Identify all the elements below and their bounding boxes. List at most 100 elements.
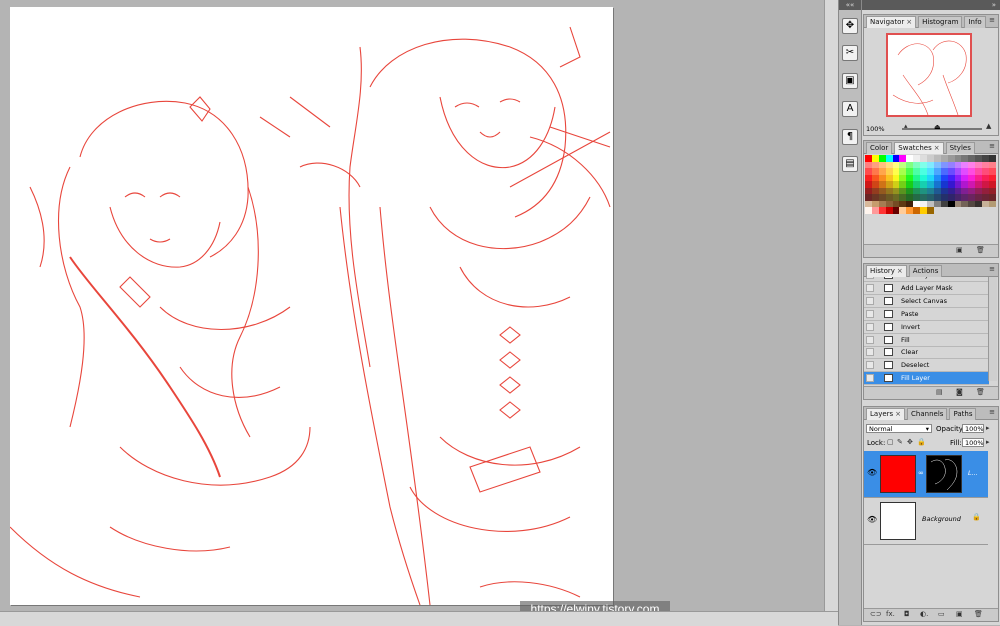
- swatch-grid[interactable]: [865, 155, 997, 214]
- lock-image-icon[interactable]: ✎: [897, 438, 903, 446]
- dock-collapse-button[interactable]: ««: [839, 0, 861, 10]
- color-swatch[interactable]: [906, 207, 914, 214]
- horizontal-scrollbar[interactable]: [0, 611, 838, 626]
- lock-position-icon[interactable]: ✥: [907, 438, 913, 446]
- color-swatch[interactable]: [989, 200, 996, 207]
- history-state[interactable]: Clear: [864, 346, 989, 360]
- close-icon[interactable]: ×: [906, 18, 912, 26]
- color-swatch[interactable]: [961, 200, 969, 207]
- close-icon[interactable]: ×: [934, 144, 940, 152]
- history-list[interactable]: New Layer Add Layer Mask Select Canvas Past…: [864, 277, 990, 387]
- color-swatch[interactable]: [940, 200, 948, 207]
- color-swatch[interactable]: [982, 200, 990, 207]
- lock-all-icon[interactable]: 🔒: [917, 438, 926, 446]
- delete-swatch-icon[interactable]: 🗑: [976, 246, 985, 254]
- link-icon[interactable]: ∞: [918, 469, 924, 477]
- panel-menu-icon[interactable]: ≡: [989, 16, 995, 24]
- tab-swatches[interactable]: Swatches ×: [894, 142, 944, 154]
- history-brush-source-checkbox[interactable]: [866, 283, 874, 292]
- tab-histogram[interactable]: Histogram: [918, 16, 963, 28]
- history-state[interactable]: Add Layer Mask: [864, 282, 989, 295]
- layer-mask-thumbnail[interactable]: [926, 455, 962, 493]
- history-state[interactable]: Fill: [864, 334, 989, 347]
- group-icon[interactable]: ▭: [938, 610, 945, 618]
- tab-actions[interactable]: Actions: [908, 265, 943, 277]
- new-swatch-icon[interactable]: ▣: [956, 246, 963, 254]
- tab-layers[interactable]: Layers ×: [866, 408, 906, 420]
- fill-arrow-icon[interactable]: ▸: [986, 438, 990, 446]
- zoom-value[interactable]: 100%: [866, 125, 885, 133]
- history-state[interactable]: Deselect: [864, 359, 989, 373]
- color-swatch[interactable]: [975, 200, 983, 207]
- color-swatch[interactable]: [927, 207, 934, 214]
- layer-comps-icon[interactable]: ▣: [842, 73, 858, 89]
- color-swatch[interactable]: [933, 200, 941, 207]
- layer-style-icon[interactable]: fx.: [886, 610, 895, 618]
- tab-navigator[interactable]: Navigator ×: [866, 16, 917, 28]
- history-brush-source-checkbox[interactable]: [866, 361, 874, 370]
- lock-transparent-icon[interactable]: ▢: [887, 438, 894, 446]
- delete-state-icon[interactable]: 🗑: [976, 388, 985, 396]
- history-state[interactable]: Invert: [864, 321, 989, 334]
- close-icon[interactable]: ×: [897, 267, 903, 275]
- history-state[interactable]: Paste: [864, 308, 989, 321]
- history-brush-source-checkbox[interactable]: [866, 296, 874, 305]
- vertical-scrollbar[interactable]: [824, 0, 839, 611]
- panel-menu-icon[interactable]: ≡: [989, 265, 995, 273]
- document-canvas[interactable]: https://elwiny.tistory.com: [10, 7, 670, 618]
- history-state[interactable]: Select Canvas: [864, 295, 989, 308]
- navigator-tool-icon[interactable]: ✥: [842, 18, 858, 34]
- history-brush-source-checkbox[interactable]: [866, 374, 874, 383]
- opacity-input[interactable]: 100%: [962, 424, 984, 433]
- brush-tool-icon[interactable]: ✂: [842, 45, 858, 61]
- history-brush-source-checkbox[interactable]: [866, 309, 874, 318]
- color-swatch[interactable]: [947, 200, 955, 207]
- add-mask-icon[interactable]: ◘: [904, 610, 910, 618]
- layer-row-background[interactable]: 👁 Background 🔒: [864, 498, 988, 545]
- layer-row-top[interactable]: 👁 ∞ L...: [864, 451, 988, 498]
- zoom-slider[interactable]: [902, 128, 982, 130]
- zoom-in-icon[interactable]: ▲: [986, 122, 991, 130]
- close-icon[interactable]: ×: [895, 410, 901, 418]
- color-swatch[interactable]: [968, 200, 976, 207]
- new-layer-icon[interactable]: ▣: [956, 610, 963, 618]
- tab-color[interactable]: Color: [866, 142, 893, 154]
- notes-panel-icon[interactable]: ▤: [842, 156, 858, 172]
- character-panel-icon[interactable]: A: [842, 101, 858, 117]
- panel-menu-icon[interactable]: ≡: [989, 408, 995, 416]
- color-swatch[interactable]: [885, 207, 893, 214]
- tab-history[interactable]: History ×: [866, 265, 907, 277]
- history-brush-source-checkbox[interactable]: [866, 277, 874, 279]
- color-swatch[interactable]: [913, 207, 921, 214]
- history-scrollbar[interactable]: [988, 277, 997, 381]
- panel-dock-collapse[interactable]: »: [862, 0, 1000, 10]
- color-swatch[interactable]: [954, 200, 962, 207]
- color-swatch[interactable]: [871, 207, 879, 214]
- navigator-preview[interactable]: [886, 33, 972, 117]
- color-swatch[interactable]: [899, 207, 907, 214]
- blend-mode-select[interactable]: Normal ▾: [866, 424, 932, 433]
- adjustment-layer-icon[interactable]: ◐.: [920, 610, 928, 618]
- layer-name[interactable]: L...: [968, 469, 978, 477]
- panel-menu-icon[interactable]: ≡: [989, 142, 995, 150]
- color-swatch[interactable]: [892, 207, 900, 214]
- link-layers-icon[interactable]: ⊂⊃: [870, 610, 882, 618]
- tab-channels[interactable]: Channels: [907, 408, 948, 420]
- color-swatch[interactable]: [920, 207, 928, 214]
- color-swatch[interactable]: [865, 207, 872, 214]
- tab-paths[interactable]: Paths: [949, 408, 977, 420]
- history-brush-source-checkbox[interactable]: [866, 348, 874, 357]
- history-brush-source-checkbox[interactable]: [866, 335, 874, 344]
- layer-name[interactable]: Background: [922, 515, 961, 523]
- zoom-slider-knob[interactable]: ⏏: [934, 123, 941, 131]
- snapshot-from-state-icon[interactable]: ▤: [936, 388, 943, 396]
- history-state[interactable]: Fill Layer: [864, 372, 989, 386]
- eye-icon[interactable]: 👁: [867, 515, 877, 524]
- camera-icon[interactable]: ◙: [956, 388, 963, 396]
- history-brush-source-checkbox[interactable]: [866, 322, 874, 331]
- tab-info[interactable]: Info: [964, 16, 986, 28]
- color-swatch[interactable]: [878, 207, 886, 214]
- tab-styles[interactable]: Styles: [945, 142, 975, 154]
- delete-layer-icon[interactable]: 🗑: [974, 610, 983, 618]
- fill-input[interactable]: 100%: [962, 438, 984, 447]
